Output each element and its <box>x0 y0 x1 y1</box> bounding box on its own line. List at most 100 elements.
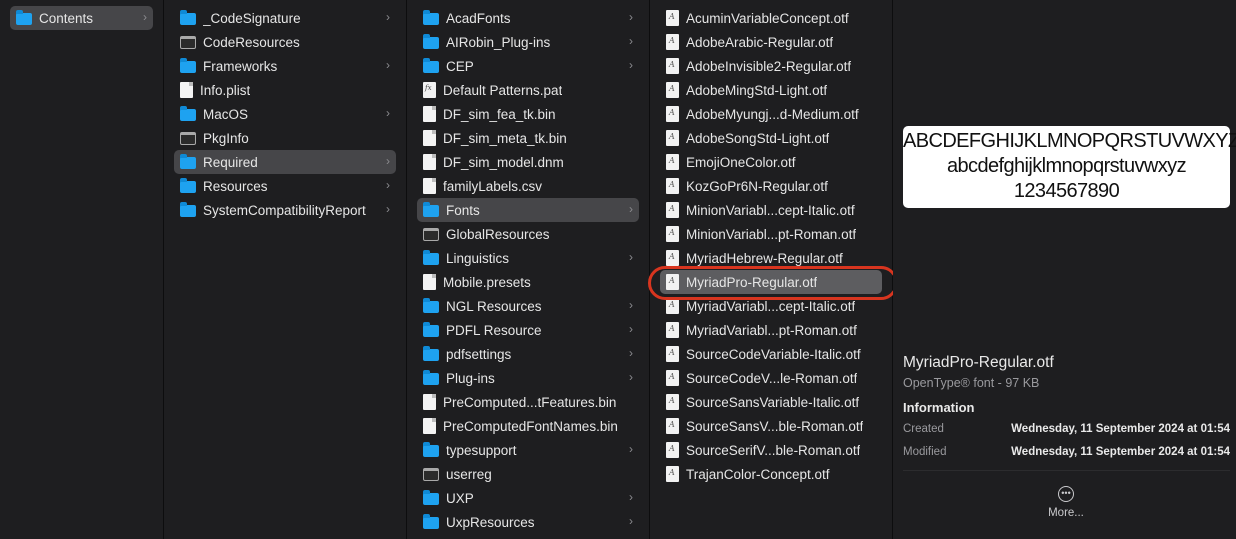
file-item-minionvariabl-pt-roman-otf[interactable]: MinionVariabl...pt-Roman.otf <box>660 222 882 246</box>
folder-icon <box>180 10 196 25</box>
chevron-right-icon: › <box>629 34 633 48</box>
chevron-right-icon: › <box>386 58 390 72</box>
font-file-icon <box>666 178 679 194</box>
folder-item-codesignature[interactable]: _CodeSignature › <box>174 6 396 30</box>
chevron-right-icon: › <box>629 10 633 24</box>
file-item-df-sim-model-dnm[interactable]: DF_sim_model.dnm <box>417 150 639 174</box>
item-label: _CodeSignature <box>203 10 301 26</box>
folder-icon <box>423 34 439 49</box>
file-item-myriadvariabl-pt-roman-otf[interactable]: MyriadVariabl...pt-Roman.otf <box>660 318 882 342</box>
file-item-sourcecodevariable-italic-otf[interactable]: SourceCodeVariable-Italic.otf <box>660 342 882 366</box>
file-item-acuminvariableconcept-otf[interactable]: AcuminVariableConcept.otf <box>660 6 882 30</box>
file-item-sourceserifv-ble-roman-otf[interactable]: SourceSerifV...ble-Roman.otf <box>660 438 882 462</box>
document-icon <box>180 82 193 98</box>
file-item-globalresources[interactable]: GlobalResources <box>417 222 639 246</box>
chevron-right-icon: › <box>629 202 633 216</box>
folder-item-typesupport[interactable]: typesupport › <box>417 438 639 462</box>
font-file-icon <box>666 34 679 50</box>
file-item-adobeinvisible2-regular-otf[interactable]: AdobeInvisible2-Regular.otf <box>660 54 882 78</box>
chevron-right-icon: › <box>629 346 633 360</box>
sample-digits: 1234567890 <box>1013 180 1120 202</box>
file-item-default-patterns-pat[interactable]: Default Patterns.pat <box>417 78 639 102</box>
item-label: MyriadVariabl...pt-Roman.otf <box>686 322 857 338</box>
item-label: Linguistics <box>446 250 510 266</box>
folder-item-uxp[interactable]: UXP › <box>417 486 639 510</box>
item-label: MacOS <box>203 106 249 122</box>
file-item-familylabels-csv[interactable]: familyLabels.csv <box>417 174 639 198</box>
file-item-precomputed-tfeatures-bin[interactable]: PreComputed...tFeatures.bin <box>417 390 639 414</box>
folder-item-cep[interactable]: CEP › <box>417 54 639 78</box>
modified-value: Wednesday, 11 September 2024 at 01:54 <box>1011 446 1230 458</box>
file-item-kozgopr6n-regular-otf[interactable]: KozGoPr6N-Regular.otf <box>660 174 882 198</box>
item-label: PreComputed...tFeatures.bin <box>443 394 617 410</box>
file-item-myriadvariabl-cept-italic-otf[interactable]: MyriadVariabl...cept-Italic.otf <box>660 294 882 318</box>
font-sample-preview: ABCDEFGHIJKLMNOPQRSTUVWXYZ abcdefghijklm… <box>903 126 1236 208</box>
more-button[interactable]: ••• More... <box>1046 486 1086 519</box>
folder-item-fonts[interactable]: Fonts › <box>417 198 639 222</box>
column-required-children: AcadFonts › AIRobin_Plug-ins › CEP › Default P… <box>407 0 650 539</box>
folder-item-uxpresources[interactable]: UxpResources › <box>417 510 639 534</box>
file-item-trajancolor-concept-otf[interactable]: TrajanColor-Concept.otf <box>660 462 882 486</box>
document-icon <box>423 178 436 194</box>
file-item-myriadpro-regular-otf[interactable]: MyriadPro-Regular.otf <box>660 270 882 294</box>
font-file-icon <box>666 346 679 362</box>
folder-item-acadfonts[interactable]: AcadFonts › <box>417 6 639 30</box>
folder-item-required[interactable]: Required › <box>174 150 396 174</box>
sample-lowercase: abcdefghijklmnopqrstuvwxyz <box>947 155 1187 177</box>
item-label: DF_sim_fea_tk.bin <box>443 106 556 122</box>
font-file-icon <box>666 274 679 290</box>
chevron-right-icon: › <box>386 10 390 24</box>
folder-item-ngl-resources[interactable]: NGL Resources › <box>417 294 639 318</box>
file-item-adobemyungj-d-medium-otf[interactable]: AdobeMyungj...d-Medium.otf <box>660 102 882 126</box>
file-item-precomputedfontnames-bin[interactable]: PreComputedFontNames.bin <box>417 414 639 438</box>
font-file-icon <box>666 154 679 170</box>
file-item-mobile-presets[interactable]: Mobile.presets <box>417 270 639 294</box>
chevron-right-icon: › <box>629 298 633 312</box>
folder-item-systemcompatibilityreport[interactable]: SystemCompatibilityReport › <box>174 198 396 222</box>
document-icon <box>423 130 436 146</box>
folder-icon <box>423 202 439 217</box>
file-item-myriadhebrew-regular-otf[interactable]: MyriadHebrew-Regular.otf <box>660 246 882 270</box>
folder-item-resources[interactable]: Resources › <box>174 174 396 198</box>
file-item-pkginfo[interactable]: PkgInfo <box>174 126 396 150</box>
file-item-adobemingstd-light-otf[interactable]: AdobeMingStd-Light.otf <box>660 78 882 102</box>
folder-icon <box>180 106 196 121</box>
file-item-df-sim-fea-tk-bin[interactable]: DF_sim_fea_tk.bin <box>417 102 639 126</box>
executable-icon <box>423 468 439 481</box>
folder-icon <box>423 10 439 25</box>
font-file-icon <box>666 418 679 434</box>
file-item-info-plist[interactable]: Info.plist <box>174 78 396 102</box>
folder-item-frameworks[interactable]: Frameworks › <box>174 54 396 78</box>
item-label: AcuminVariableConcept.otf <box>686 10 849 26</box>
file-item-adobearabic-regular-otf[interactable]: AdobeArabic-Regular.otf <box>660 30 882 54</box>
document-icon <box>423 274 436 290</box>
folder-item-linguistics[interactable]: Linguistics › <box>417 246 639 270</box>
folder-item-pdfl-resource[interactable]: PDFL Resource › <box>417 318 639 342</box>
file-item-userreg[interactable]: userreg <box>417 462 639 486</box>
font-file-icon <box>666 58 679 74</box>
item-label: AdobeSongStd-Light.otf <box>686 130 830 146</box>
font-file-icon <box>666 82 679 98</box>
file-item-emojionecolor-otf[interactable]: EmojiOneColor.otf <box>660 150 882 174</box>
folder-icon <box>423 442 439 457</box>
folder-item-macos[interactable]: MacOS › <box>174 102 396 126</box>
column-list: AcadFonts › AIRobin_Plug-ins › CEP › Default P… <box>417 6 639 534</box>
file-item-df-sim-meta-tk-bin[interactable]: DF_sim_meta_tk.bin <box>417 126 639 150</box>
folder-item-airobin-plug-ins[interactable]: AIRobin_Plug-ins › <box>417 30 639 54</box>
item-label: AdobeMingStd-Light.otf <box>686 82 828 98</box>
folder-item-contents[interactable]: Contents › <box>10 6 153 30</box>
file-item-adobesongstd-light-otf[interactable]: AdobeSongStd-Light.otf <box>660 126 882 150</box>
folder-icon <box>423 370 439 385</box>
item-label: NGL Resources <box>446 298 542 314</box>
folder-item-pdfsettings[interactable]: pdfsettings › <box>417 342 639 366</box>
file-item-coderesources[interactable]: CodeResources <box>174 30 396 54</box>
folder-item-plug-ins[interactable]: Plug-ins › <box>417 366 639 390</box>
item-label: AdobeMyungj...d-Medium.otf <box>686 106 859 122</box>
file-item-sourcecodev-le-roman-otf[interactable]: SourceCodeV...le-Roman.otf <box>660 366 882 390</box>
document-icon <box>423 106 436 122</box>
file-item-sourcesansv-ble-roman-otf[interactable]: SourceSansV...ble-Roman.otf <box>660 414 882 438</box>
item-label: SourceSansVariable-Italic.otf <box>686 394 860 410</box>
file-item-minionvariabl-cept-italic-otf[interactable]: MinionVariabl...cept-Italic.otf <box>660 198 882 222</box>
file-item-sourcesansvariable-italic-otf[interactable]: SourceSansVariable-Italic.otf <box>660 390 882 414</box>
preview-pane: ABCDEFGHIJKLMNOPQRSTUVWXYZ abcdefghijklm… <box>893 0 1236 539</box>
